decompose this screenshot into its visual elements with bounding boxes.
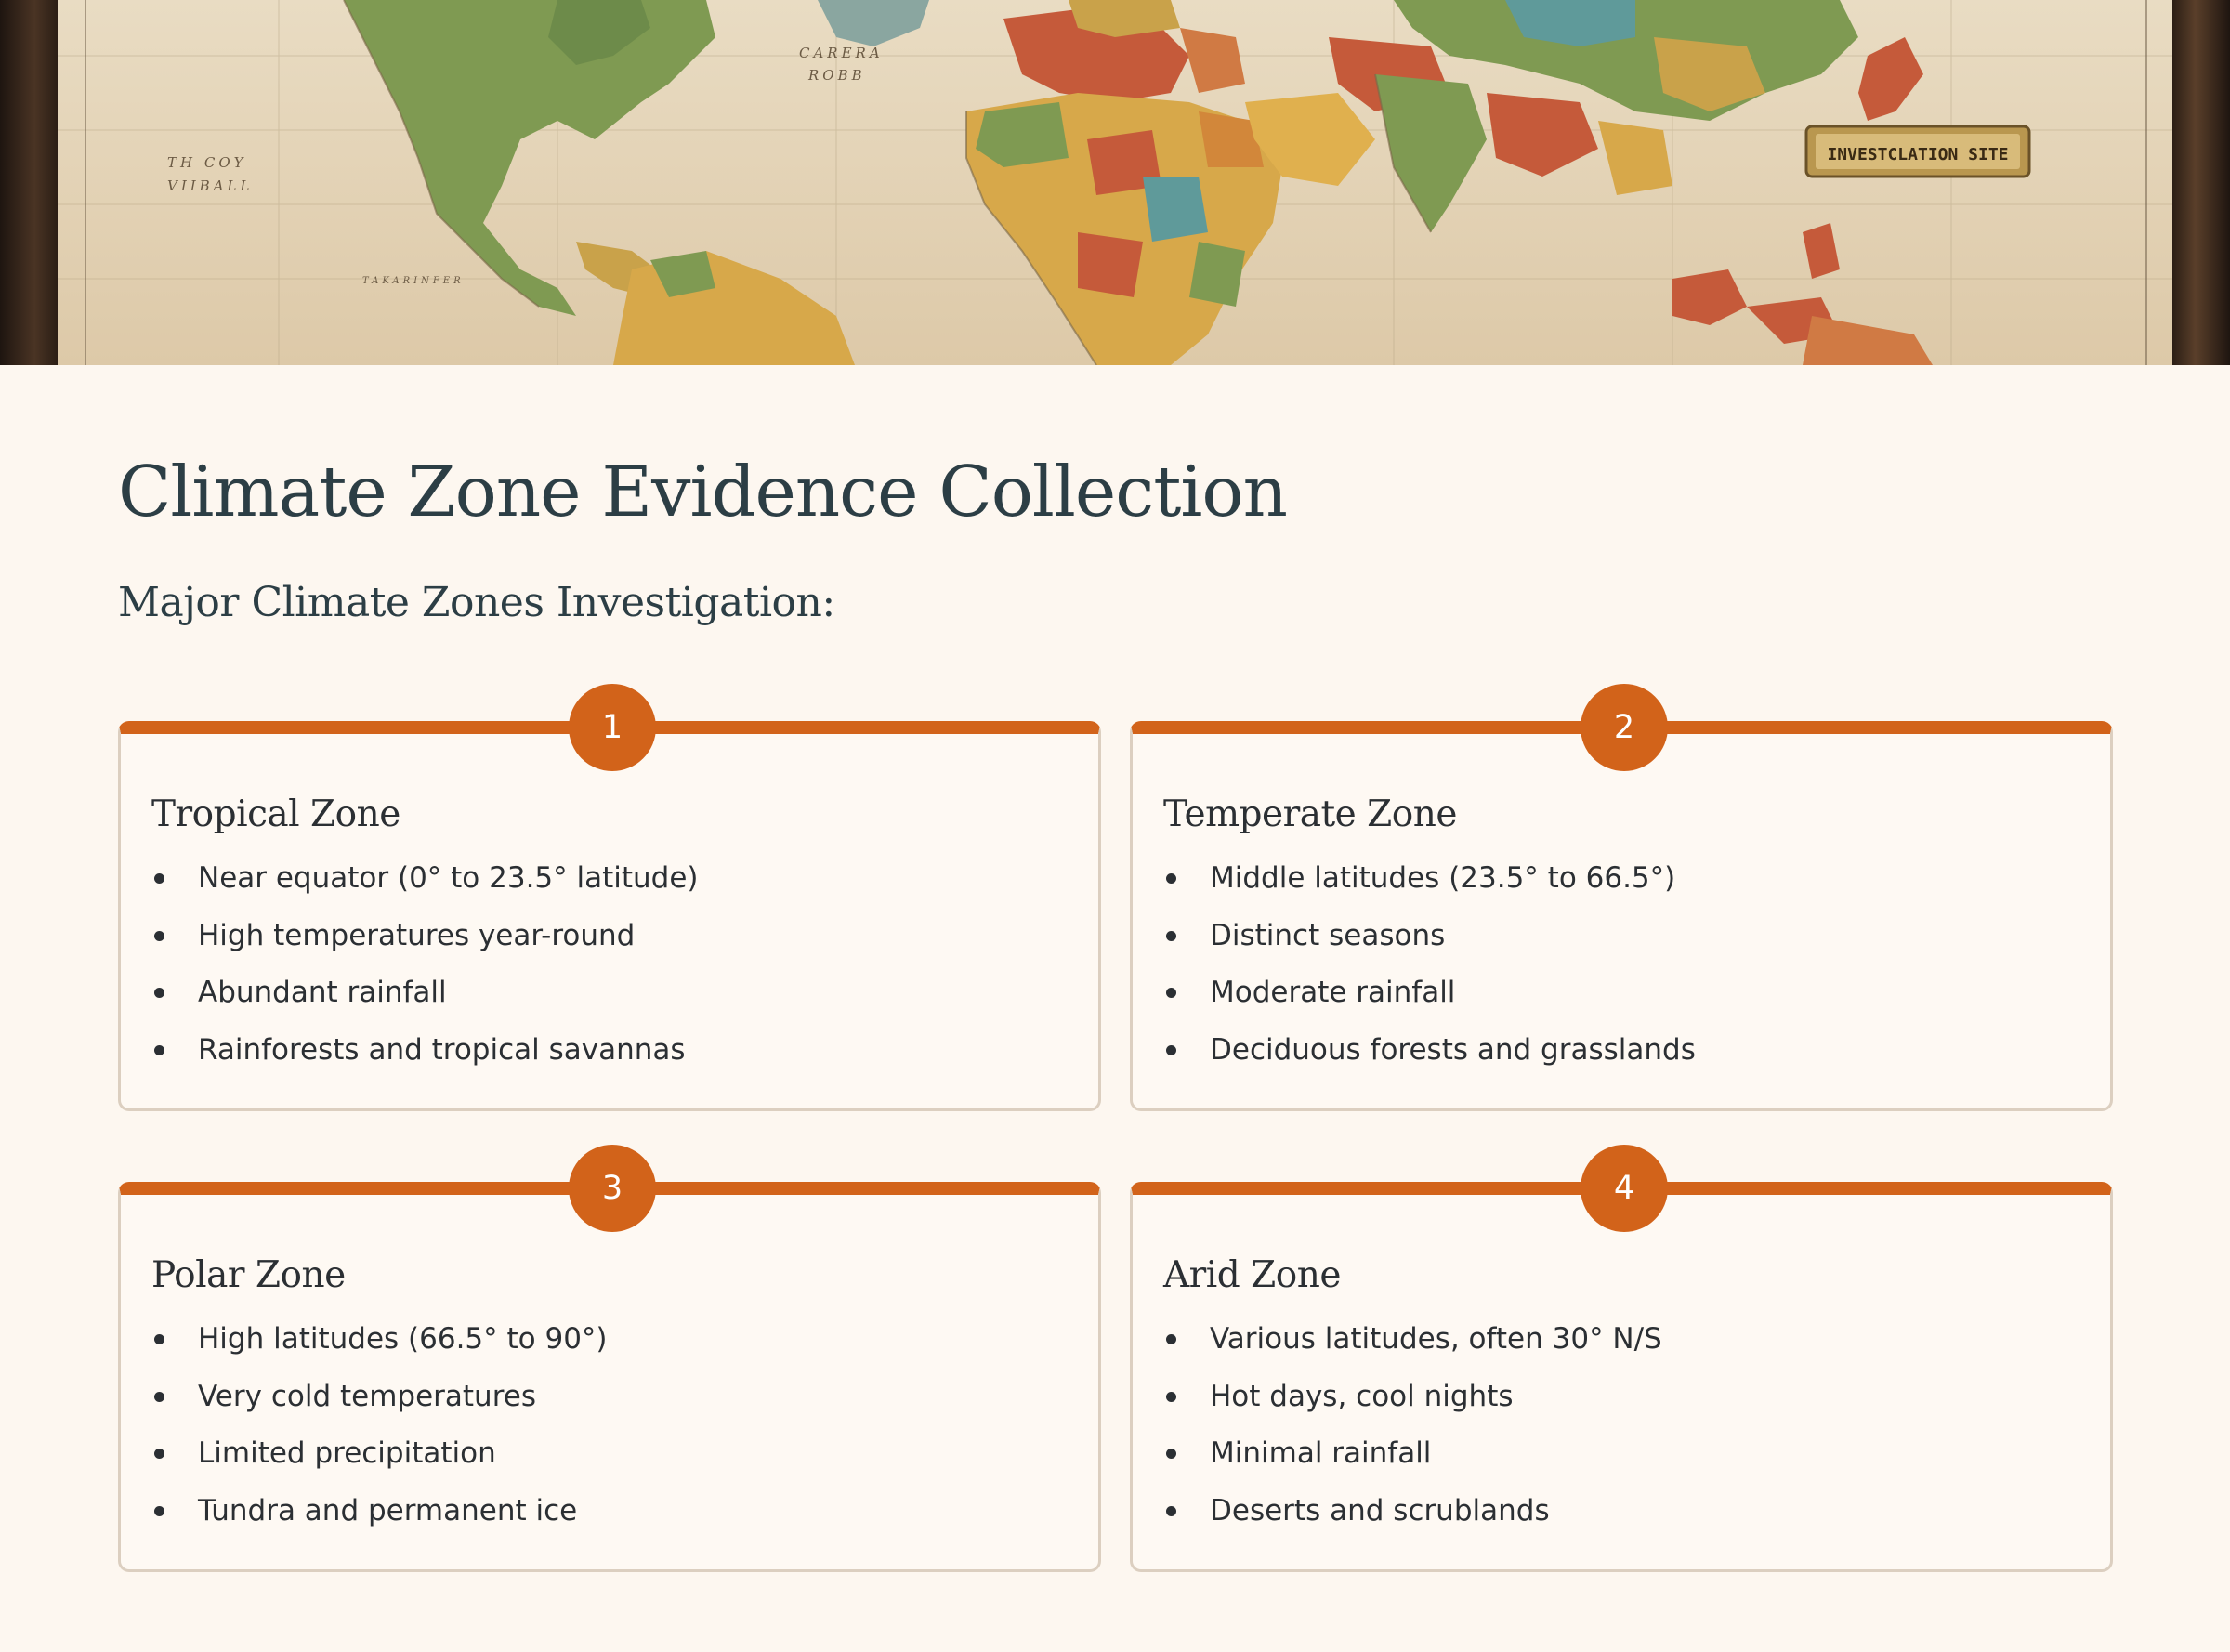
zone-title: Temperate Zone: [1163, 793, 1457, 835]
list-item: Various latitudes, often 30° N/S: [1163, 1320, 1662, 1378]
list-item: Rainforests and tropical savannas: [151, 1031, 699, 1089]
list-item: Middle latitudes (23.5° to 66.5°): [1163, 859, 1696, 917]
zone-characteristics-list: Near equator (0° to 23.5° latitude) High…: [151, 859, 699, 1088]
zone-number-badge: 1: [569, 684, 656, 771]
bullet-icon: [1166, 988, 1176, 998]
list-item-text: High temperatures year-round: [198, 918, 636, 952]
list-item-text: Rainforests and tropical savannas: [198, 1032, 686, 1067]
bullet-icon: [154, 1505, 164, 1516]
zone-title: Tropical Zone: [151, 793, 400, 835]
list-item-text: Minimal rainfall: [1210, 1436, 1432, 1470]
zone-number-badge: 2: [1581, 684, 1668, 771]
bullet-icon: [154, 930, 164, 941]
bullet-icon: [1166, 930, 1176, 941]
svg-text:TAKARINFER: TAKARINFER: [362, 276, 465, 286]
list-item: Distinct seasons: [1163, 917, 1696, 975]
list-item: High latitudes (66.5° to 90°): [151, 1320, 608, 1378]
list-item-text: Limited precipitation: [198, 1436, 496, 1470]
zone-card-arid: 4 Arid Zone Various latitudes, often 30°…: [1130, 1145, 2113, 1572]
bullet-icon: [154, 873, 164, 884]
list-item-text: Middle latitudes (23.5° to 66.5°): [1210, 861, 1676, 895]
list-item-text: Moderate rainfall: [1210, 976, 1456, 1009]
zone-title: Polar Zone: [151, 1254, 346, 1296]
bullet-icon: [1166, 873, 1176, 884]
zone-card-tropical: 1 Tropical Zone Near equator (0° to 23.5…: [118, 684, 1101, 1111]
zone-characteristics-list: Various latitudes, often 30° N/S Hot day…: [1163, 1320, 1662, 1549]
list-item-text: Very cold temperatures: [198, 1379, 536, 1413]
bullet-icon: [154, 988, 164, 998]
list-item-text: Hot days, cool nights: [1210, 1379, 1514, 1413]
list-item: Tundra and permanent ice: [151, 1492, 608, 1550]
svg-text:CARERA: CARERA: [799, 45, 884, 61]
zone-number-badge: 4: [1581, 1145, 1668, 1232]
list-item: Minimal rainfall: [1163, 1435, 1662, 1492]
bullet-icon: [1166, 1334, 1176, 1344]
list-item: Very cold temperatures: [151, 1378, 608, 1436]
svg-text:TH COY: TH COY: [167, 154, 247, 171]
zone-characteristics-list: Middle latitudes (23.5° to 66.5°) Distin…: [1163, 859, 1696, 1088]
bullet-icon: [1166, 1449, 1176, 1459]
list-item-text: Abundant rainfall: [198, 976, 447, 1009]
list-item: Deciduous forests and grasslands: [1163, 1031, 1696, 1089]
bullet-icon: [1166, 1391, 1176, 1402]
zone-card-polar: 3 Polar Zone High latitudes (66.5° to 90…: [118, 1145, 1101, 1572]
bullet-icon: [154, 1449, 164, 1459]
list-item-text: Deserts and scrublands: [1210, 1493, 1550, 1527]
list-item-text: Deciduous forests and grasslands: [1210, 1032, 1696, 1067]
list-item: High temperatures year-round: [151, 917, 699, 975]
bullet-icon: [154, 1334, 164, 1344]
list-item: Limited precipitation: [151, 1435, 608, 1492]
list-item-text: Tundra and permanent ice: [198, 1493, 578, 1527]
list-item: Hot days, cool nights: [1163, 1378, 1662, 1436]
list-item: Deserts and scrublands: [1163, 1492, 1662, 1550]
bullet-icon: [154, 1044, 164, 1055]
section-title: Major Climate Zones Investigation:: [118, 579, 835, 626]
svg-text:VIIBALL: VIIBALL: [167, 177, 253, 194]
zone-number-badge: 3: [569, 1145, 656, 1232]
vintage-world-map-image: CARERA ROBB TH COY VIIBALL TAKARINFER IN…: [0, 0, 2230, 365]
list-item: Moderate rainfall: [1163, 974, 1696, 1031]
zone-title: Arid Zone: [1163, 1254, 1341, 1296]
hero-map-banner: CARERA ROBB TH COY VIIBALL TAKARINFER IN…: [0, 0, 2230, 365]
list-item-text: Near equator (0° to 23.5° latitude): [198, 861, 699, 895]
investigation-site-plaque: INVESTCLATION SITE: [1804, 125, 2031, 178]
list-item: Near equator (0° to 23.5° latitude): [151, 859, 699, 917]
svg-text:INVESTCLATION SITE: INVESTCLATION SITE: [1827, 145, 2008, 164]
climate-zone-grid: 1 Tropical Zone Near equator (0° to 23.5…: [118, 684, 2113, 1576]
list-item-text: High latitudes (66.5° to 90°): [198, 1322, 608, 1356]
list-item-text: Distinct seasons: [1210, 918, 1446, 952]
zone-characteristics-list: High latitudes (66.5° to 90°) Very cold …: [151, 1320, 608, 1549]
page-title: Climate Zone Evidence Collection: [118, 451, 1288, 532]
bullet-icon: [1166, 1505, 1176, 1516]
svg-text:ROBB: ROBB: [807, 67, 866, 84]
bullet-icon: [1166, 1044, 1176, 1055]
zone-card-temperate: 2 Temperate Zone Middle latitudes (23.5°…: [1130, 684, 2113, 1111]
list-item-text: Various latitudes, often 30° N/S: [1210, 1322, 1662, 1356]
list-item: Abundant rainfall: [151, 974, 699, 1031]
bullet-icon: [154, 1391, 164, 1402]
